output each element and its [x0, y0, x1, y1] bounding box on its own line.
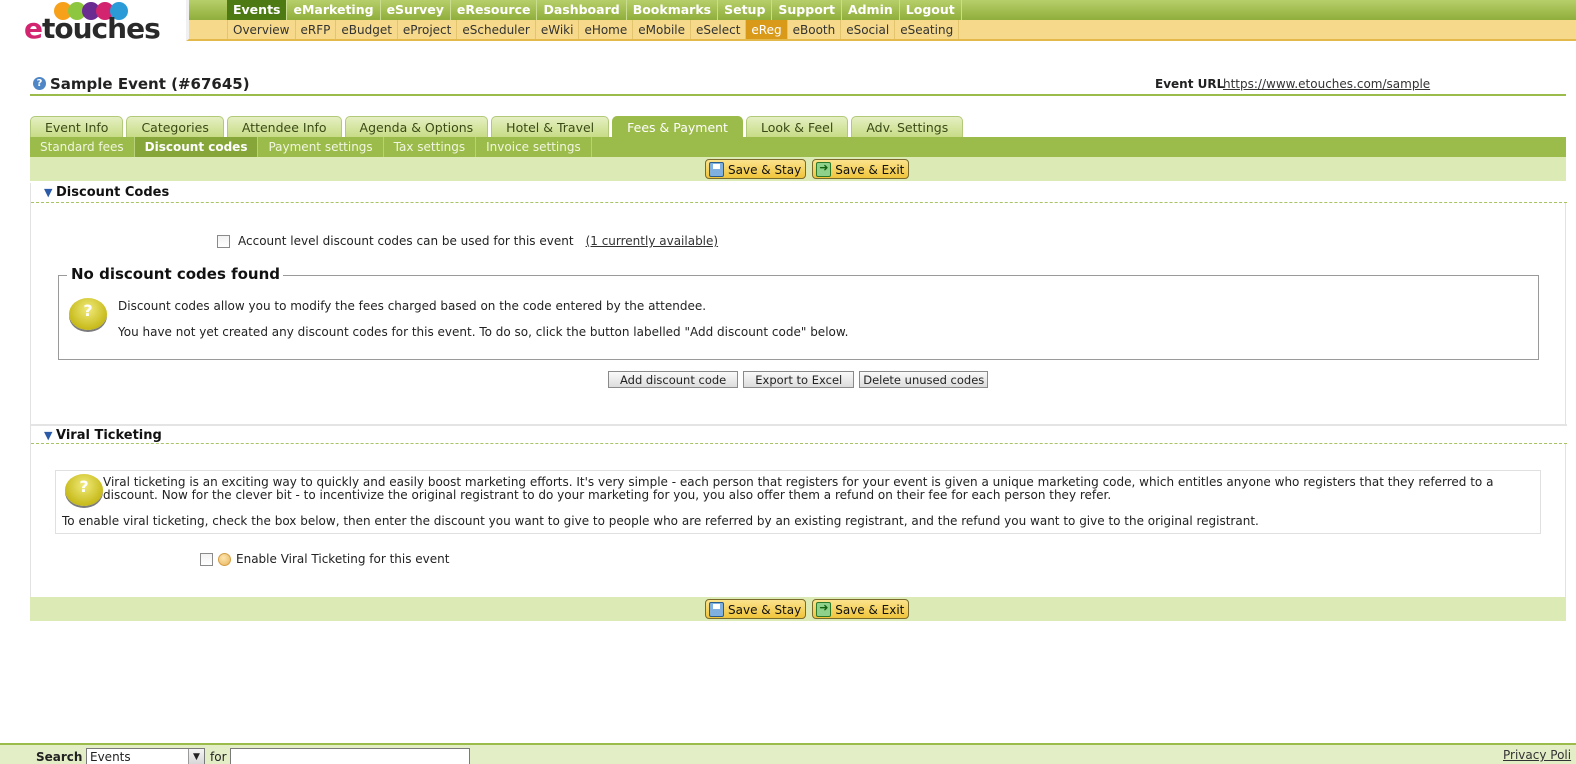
exit-arrow-icon [816, 601, 832, 617]
footer-search-bar: Search Events ▼ for Privacy Poli [0, 743, 1576, 764]
settings-tabs: Event Info Categories Attendee Info Agen… [30, 116, 966, 137]
subnav-ewiki[interactable]: eWiki [536, 20, 580, 39]
discount-actions: Add discount code Export to Excel Delete… [608, 371, 989, 388]
main-nav: Events eMarketing eSurvey eResource Dash… [186, 0, 1576, 20]
nav-logout[interactable]: Logout [900, 0, 962, 20]
subnav-ebooth[interactable]: eBooth [788, 20, 842, 39]
account-codes-checkbox[interactable] [217, 234, 230, 248]
save-bar-top: Save & Stay Save & Exit [30, 157, 1566, 181]
subtab-payment-settings[interactable]: Payment settings [258, 137, 384, 157]
main-panel: ▼ Discount Codes Account level discount … [30, 183, 1567, 597]
nav-eresource[interactable]: eResource [451, 0, 538, 20]
nav-dashboard[interactable]: Dashboard [537, 0, 627, 20]
tab-attendee-info[interactable]: Attendee Info [226, 116, 342, 137]
tab-agenda-options[interactable]: Agenda & Options [344, 116, 489, 137]
tab-adv-settings[interactable]: Adv. Settings [851, 116, 964, 137]
collapse-triangle-icon[interactable]: ▼ [44, 186, 52, 199]
privacy-policy-link[interactable]: Privacy Poli [1503, 748, 1571, 762]
save-stay-button[interactable]: Save & Stay [705, 159, 807, 179]
subnav-esocial[interactable]: eSocial [841, 20, 896, 39]
event-url-label: Event URL [1155, 77, 1225, 91]
exit-arrow-icon [816, 161, 832, 177]
subtab-discount-codes[interactable]: Discount codes [134, 137, 259, 157]
add-discount-code-button[interactable]: Add discount code [608, 371, 739, 388]
section-title: Discount Codes [56, 185, 170, 200]
no-codes-title: No discount codes found [68, 265, 284, 283]
help-icon[interactable]: ? [33, 77, 46, 90]
subtab-tax-settings[interactable]: Tax settings [384, 137, 477, 157]
enable-viral-label: Enable Viral Ticketing for this event [236, 552, 450, 566]
discount-instructions-text: You have not yet created any discount co… [118, 325, 849, 339]
logo-text: etouches [24, 12, 161, 45]
chevron-down-icon[interactable]: ▼ [188, 749, 204, 764]
save-stay-button[interactable]: Save & Stay [705, 599, 807, 619]
search-scope-select[interactable]: Events ▼ [86, 748, 205, 764]
search-label: Search [36, 750, 83, 764]
subnav-eseating[interactable]: eSeating [895, 20, 960, 39]
nav-admin[interactable]: Admin [842, 0, 900, 20]
nav-esurvey[interactable]: eSurvey [381, 0, 451, 20]
save-bar-bottom: Save & Stay Save & Exit [30, 597, 1566, 621]
subnav-ebudget[interactable]: eBudget [336, 20, 398, 39]
save-exit-button[interactable]: Save & Exit [812, 159, 910, 179]
tab-fees-payment[interactable]: Fees & Payment [612, 116, 743, 137]
delete-unused-codes-button[interactable]: Delete unused codes [859, 371, 989, 388]
save-disk-icon [709, 162, 724, 177]
tab-categories[interactable]: Categories [126, 116, 224, 137]
info-dot-icon [218, 552, 231, 566]
page-title: Sample Event (#67645) [50, 75, 250, 93]
export-excel-button[interactable]: Export to Excel [743, 371, 855, 388]
question-help-icon: ? [65, 474, 103, 506]
viral-instructions-text: To enable viral ticketing, check the box… [62, 514, 1259, 528]
subnav-emobile[interactable]: eMobile [633, 20, 692, 39]
subnav-ereg[interactable]: eReg [746, 20, 788, 39]
save-disk-icon [709, 602, 724, 617]
fees-subtabs: Standard fees Discount codes Payment set… [30, 137, 1566, 157]
viral-info-box: ? Viral ticketing is an exciting way to … [55, 470, 1541, 534]
subnav-overview[interactable]: Overview [227, 20, 296, 39]
nav-bookmarks[interactable]: Bookmarks [627, 0, 719, 20]
tab-hotel-travel[interactable]: Hotel & Travel [491, 116, 610, 137]
section-title: Viral Ticketing [56, 428, 162, 443]
tab-look-feel[interactable]: Look & Feel [745, 116, 849, 137]
enable-viral-row: Enable Viral Ticketing for this event [200, 552, 449, 566]
collapse-triangle-icon[interactable]: ▼ [44, 429, 52, 442]
save-exit-button[interactable]: Save & Exit [812, 599, 910, 619]
nav-events[interactable]: Events [227, 0, 288, 20]
subnav-erfp[interactable]: eRFP [296, 20, 337, 39]
subtab-invoice-settings[interactable]: Invoice settings [476, 137, 592, 157]
available-codes-link[interactable]: (1 currently available) [586, 234, 719, 248]
subnav-escheduler[interactable]: eScheduler [457, 20, 536, 39]
discount-codes-header[interactable]: ▼ Discount Codes [31, 183, 1567, 203]
subtab-standard-fees[interactable]: Standard fees [30, 137, 135, 157]
event-header: ? Sample Event (#67645) Event URL https:… [30, 74, 1566, 96]
etouches-logo[interactable]: etouches [24, 0, 174, 46]
no-codes-fieldset: No discount codes found ? Discount codes… [58, 265, 1539, 360]
tab-event-info[interactable]: Event Info [30, 116, 124, 137]
event-url-link[interactable]: https://www.etouches.com/sample [1223, 77, 1430, 91]
viral-ticketing-header[interactable]: ▼ Viral Ticketing [31, 424, 1567, 444]
nav-emarketing[interactable]: eMarketing [287, 0, 381, 20]
for-label: for [210, 750, 227, 764]
search-input[interactable] [230, 748, 470, 764]
nav-setup[interactable]: Setup [718, 0, 773, 20]
account-codes-row: Account level discount codes can be used… [217, 234, 718, 248]
question-help-icon: ? [69, 298, 107, 330]
account-codes-label: Account level discount codes can be used… [238, 234, 574, 248]
enable-viral-checkbox[interactable] [200, 552, 213, 566]
module-nav: Overview eRFP eBudget eProject eSchedule… [186, 20, 1576, 41]
viral-info-text: Viral ticketing is an exciting way to qu… [103, 475, 1494, 502]
discount-info-text: Discount codes allow you to modify the f… [118, 299, 707, 313]
subnav-eselect[interactable]: eSelect [691, 20, 747, 39]
nav-support[interactable]: Support [772, 0, 842, 20]
subnav-ehome[interactable]: eHome [579, 20, 634, 39]
subnav-eproject[interactable]: eProject [398, 20, 458, 39]
